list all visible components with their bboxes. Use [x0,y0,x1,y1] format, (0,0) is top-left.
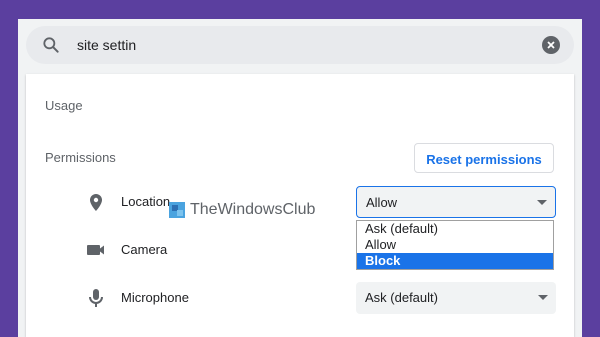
location-label: Location [121,194,171,209]
watermark: TheWindowsClub [168,201,315,219]
search-icon [43,37,59,53]
permissions-heading: Permissions [45,150,116,165]
watermark-text: TheWindowsClub [190,201,316,218]
location-select[interactable]: Allow [356,186,556,218]
search-input[interactable]: site settin [77,26,136,64]
windowsclub-logo-icon [169,202,185,218]
microphone-select-value: Ask (default) [365,290,438,305]
chevron-down-icon [537,200,547,205]
reset-permissions-button[interactable]: Reset permissions [414,143,554,173]
usage-heading: Usage [45,98,83,113]
camera-label: Camera [121,242,168,257]
location-pin-icon [90,194,102,211]
option-block[interactable]: Block [357,253,553,269]
option-ask-default[interactable]: Ask (default) [357,221,553,237]
microphone-label: Microphone [121,290,189,305]
clear-search-icon[interactable] [542,36,560,54]
microphone-icon [89,289,103,307]
option-allow[interactable]: Allow [357,237,553,253]
chevron-down-icon [538,295,548,300]
search-bar[interactable]: site settin [26,26,574,64]
camera-icon [87,245,104,255]
location-select-value: Allow [366,195,398,210]
location-dropdown-list: Ask (default) Allow Block [356,220,554,270]
microphone-select[interactable]: Ask (default) [356,282,556,314]
settings-window: site settin Usage Permissions Reset perm… [18,19,582,337]
settings-card: Usage Permissions Reset permissions Loca… [26,74,574,337]
